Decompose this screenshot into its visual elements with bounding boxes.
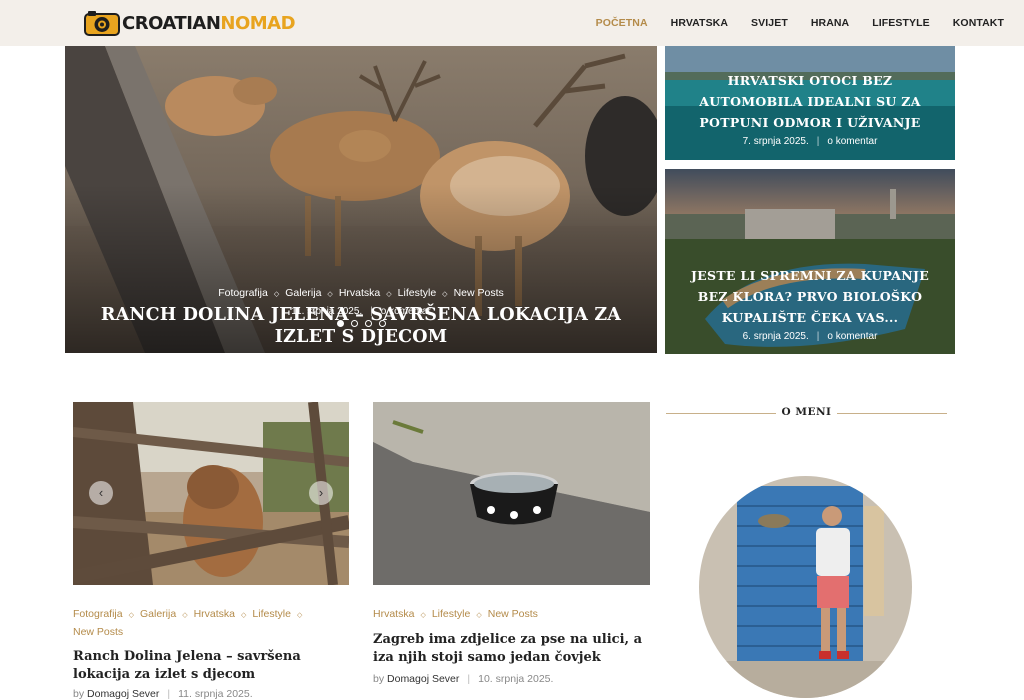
widget-title: O MENI	[781, 406, 832, 418]
hero-categories: Fotografija ◇ Galerija ◇ Hrvatska ◇ Lifestyle ◇…	[218, 287, 504, 299]
main-nav: POČETNA HRVATSKA SVIJET HRANA LIFESTYLE …	[573, 0, 1004, 46]
site-header: CROATIANNOMAD POČETNA HRVATSKA SVIJET HR…	[0, 0, 1024, 46]
about-photo	[699, 476, 912, 698]
post-1-image[interactable]: ‹ ›	[73, 402, 349, 585]
post-2-author[interactable]: Domagoj Sever	[387, 673, 459, 685]
post-1-categories: Fotografija ◇ Galerija ◇ Hrvatska ◇ Lifestyle ◇…	[73, 608, 303, 638]
nav-kontakt[interactable]: KONTAKT	[953, 17, 1004, 29]
post-1-cat-new-posts[interactable]: New Posts	[73, 626, 123, 638]
post-1-cat-hrvatska[interactable]: Hrvatska	[194, 608, 235, 620]
site-logo[interactable]: CROATIANNOMAD	[84, 8, 296, 38]
post-2-categories: Hrvatska ◇ Lifestyle ◇ New Posts	[373, 608, 538, 620]
featured-card-islands[interactable]: HRVATSKI OTOCI BEZ AUTOMOBILA IDEALNI SU…	[665, 46, 955, 160]
widget-header: O MENI	[666, 404, 947, 422]
biopool-title[interactable]: JESTE LI SPREMNI ZA KUPANJE BEZ KLORA? P…	[665, 265, 955, 328]
hero-title[interactable]: RANCH DOLINA JELENA – SAVRŠENA LOKACIJA …	[65, 304, 657, 348]
post-1-cat-lifestyle[interactable]: Lifestyle	[252, 608, 291, 620]
post-2-meta: by Domagoj Sever | 10. srpnja 2025.	[373, 673, 554, 685]
featured-card-biopool[interactable]: JESTE LI SPREMNI ZA KUPANJE BEZ KLORA? P…	[665, 169, 955, 354]
post-2-title[interactable]: Zagreb ima zdjelice za pse na ulici, a i…	[373, 631, 653, 667]
post-2-cat-new-posts[interactable]: New Posts	[488, 608, 538, 620]
post-1-cat-galerija[interactable]: Galerija	[140, 608, 176, 620]
nav-hrvatska[interactable]: HRVATSKA	[671, 17, 728, 29]
post-1-title[interactable]: Ranch Dolina Jelena – savršena lokacija …	[73, 648, 353, 684]
hero-cat-lifestyle[interactable]: Lifestyle	[398, 287, 437, 299]
dog-bowl-photo	[373, 402, 650, 585]
chevron-right-icon[interactable]: ›	[309, 481, 333, 505]
nav-lifestyle[interactable]: LIFESTYLE	[872, 17, 930, 29]
post-1-cat-fotografija[interactable]: Fotografija	[73, 608, 123, 620]
post-1-author[interactable]: Domagoj Sever	[87, 688, 159, 700]
chevron-left-icon[interactable]: ‹	[89, 481, 113, 505]
hero-slider[interactable]: Fotografija ◇ Galerija ◇ Hrvatska ◇ Lifestyle ◇…	[65, 46, 657, 353]
nav-hrana[interactable]: HRANA	[811, 17, 849, 29]
post-1-meta: by Domagoj Sever | 11. srpnja 2025.	[73, 688, 253, 700]
deer-fence-photo	[73, 402, 349, 585]
hero-cat-fotografija[interactable]: Fotografija	[218, 287, 268, 299]
hero-cat-new-posts[interactable]: New Posts	[454, 287, 504, 299]
author-portrait	[699, 476, 912, 698]
post-2-image[interactable]	[373, 402, 650, 585]
nav-svijet[interactable]: SVIJET	[751, 17, 788, 29]
post-2-cat-hrvatska[interactable]: Hrvatska	[373, 608, 414, 620]
hero-cat-hrvatska[interactable]: Hrvatska	[339, 287, 380, 299]
nav-pocetna[interactable]: POČETNA	[596, 17, 648, 29]
camera-icon	[84, 11, 120, 36]
logo-text: CROATIANNOMAD	[122, 12, 296, 34]
islands-meta: 7. srpnja 2025. | o komentar	[742, 136, 878, 147]
islands-title[interactable]: HRVATSKI OTOCI BEZ AUTOMOBILA IDEALNI SU…	[665, 70, 955, 133]
hero-cat-galerija[interactable]: Galerija	[285, 287, 321, 299]
biopool-meta: 6. srpnja 2025. | o komentar	[742, 331, 878, 342]
post-2-cat-lifestyle[interactable]: Lifestyle	[432, 608, 471, 620]
